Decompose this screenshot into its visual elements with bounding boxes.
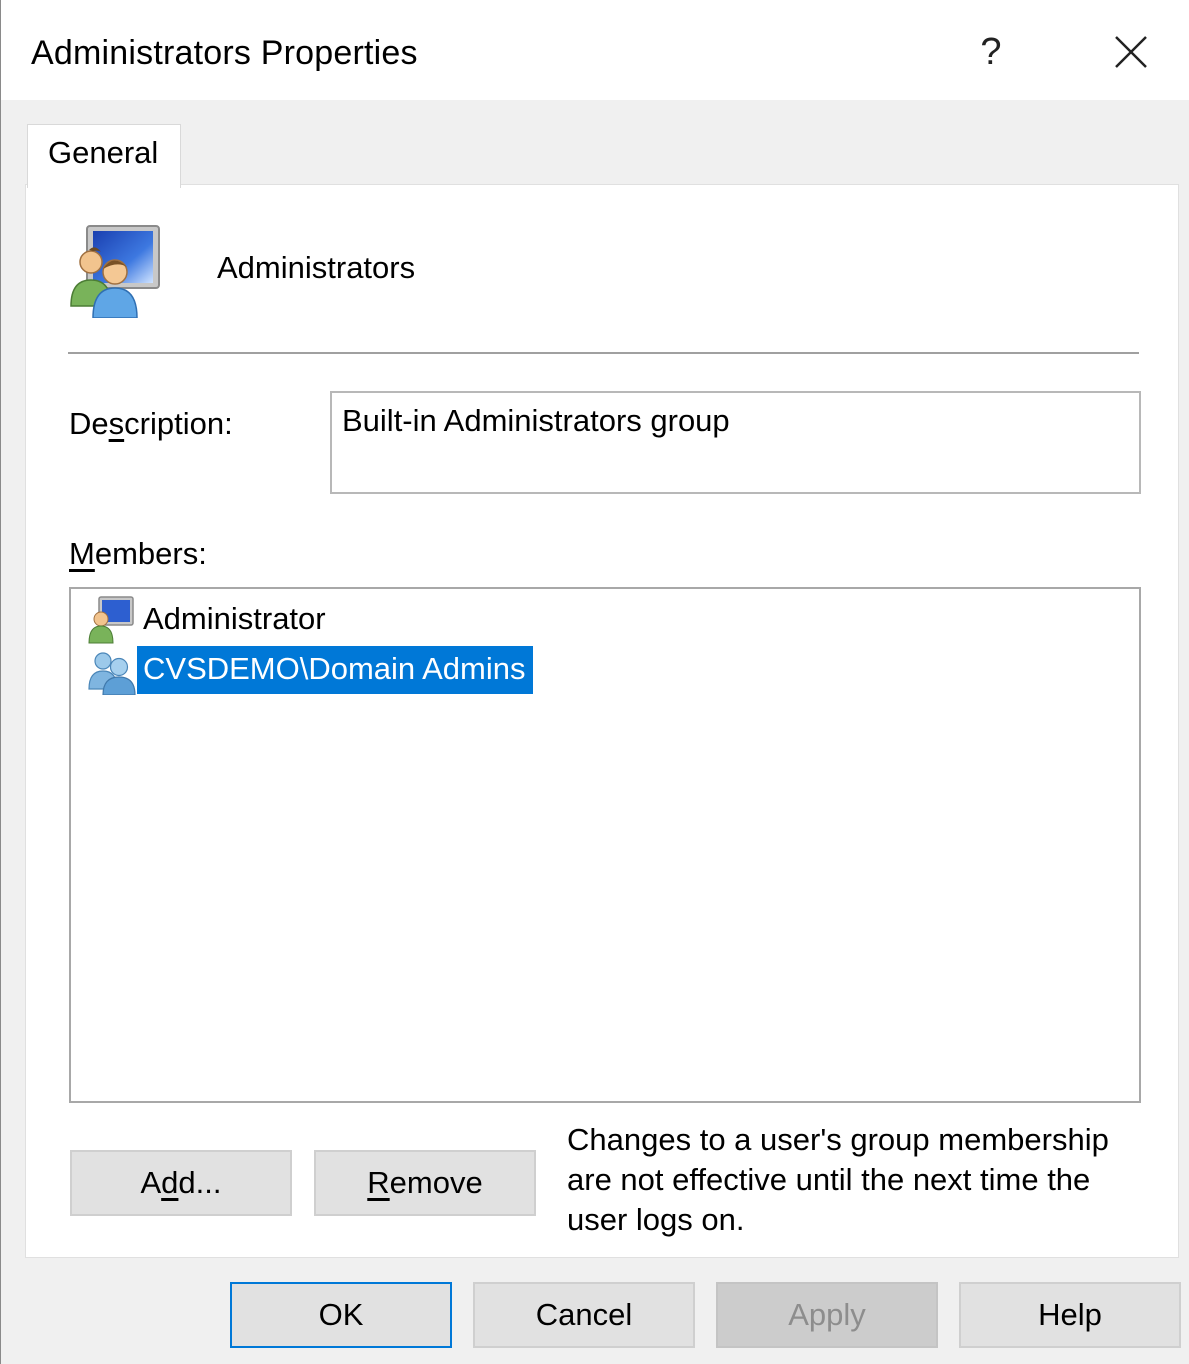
properties-dialog: Administrators Properties ? General Admi… xyxy=(0,0,1189,1364)
group-icon xyxy=(88,652,136,695)
separator xyxy=(68,352,1139,355)
help-title-button[interactable]: ? xyxy=(961,22,1021,82)
member-name: CVSDEMO\Domain Admins xyxy=(137,646,534,694)
tab-general-label: General xyxy=(48,135,159,170)
dialog-title: Administrators Properties xyxy=(31,34,418,72)
close-icon xyxy=(1115,36,1147,68)
description-label: Description: xyxy=(69,406,233,441)
group-icon xyxy=(70,225,160,318)
cancel-button[interactable]: Cancel xyxy=(473,1282,695,1348)
list-item-administrator[interactable]: Administrator xyxy=(87,595,334,645)
members-list[interactable]: Administrator CVSDEMO\Domain Admins xyxy=(69,587,1141,1103)
tab-general[interactable]: General xyxy=(27,124,181,188)
apply-button[interactable]: Apply xyxy=(716,1282,938,1348)
remove-member-button[interactable]: Remove xyxy=(314,1150,536,1216)
close-button[interactable] xyxy=(1096,22,1166,82)
member-name: Administrator xyxy=(143,601,326,636)
question-mark-icon: ? xyxy=(980,30,1002,73)
list-item-domain-admins[interactable]: CVSDEMO\Domain Admins xyxy=(87,645,534,695)
group-name: Administrators xyxy=(217,250,416,285)
user-icon xyxy=(88,596,134,644)
add-member-button[interactable]: Ad d... xyxy=(70,1150,292,1216)
help-button[interactable]: Help xyxy=(959,1282,1181,1348)
ok-button[interactable]: OK xyxy=(230,1282,452,1348)
description-field[interactable]: Built-in Administrators group xyxy=(330,391,1141,494)
members-label: Members: xyxy=(69,536,207,571)
membership-note: Changes to a user's group membership are… xyxy=(567,1122,1109,1237)
title-bar: Administrators Properties ? xyxy=(1,0,1189,100)
